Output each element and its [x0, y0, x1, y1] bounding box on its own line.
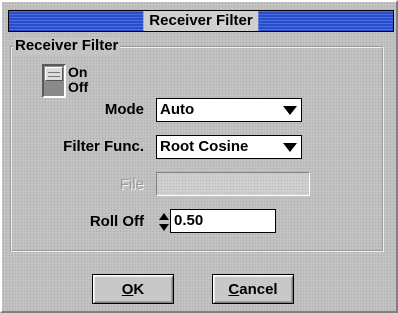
mode-select[interactable]: Auto — [156, 98, 302, 122]
filter-func-select[interactable]: Root Cosine — [156, 135, 302, 159]
toggle-off-label: Off — [68, 79, 89, 95]
file-label: File — [119, 176, 144, 193]
title-bar[interactable]: Receiver Filter — [8, 10, 394, 32]
ok-mnemonic: O — [121, 280, 134, 298]
roll-off-label: Roll Off — [89, 213, 144, 230]
mode-value: Auto — [160, 101, 195, 118]
chevron-down-icon[interactable] — [279, 99, 301, 121]
file-field — [156, 172, 310, 196]
cancel-mnemonic: C — [228, 280, 240, 298]
ok-label-rest: K — [133, 280, 145, 298]
chevron-down-icon[interactable] — [279, 136, 301, 158]
window-title: Receiver Filter — [143, 11, 259, 31]
toggle-on-label: On — [68, 64, 88, 80]
filter-func-value: Root Cosine — [160, 138, 249, 155]
filter-func-label: Filter Func. — [63, 138, 144, 155]
mode-label: Mode — [104, 101, 144, 118]
spin-arrows-icon[interactable] — [158, 210, 170, 234]
roll-off-input[interactable]: 0.50 — [170, 209, 276, 233]
group-label: Receiver Filter — [13, 37, 121, 55]
toggle-switch-icon — [45, 67, 63, 81]
cancel-label-rest: ancel — [239, 280, 278, 298]
roll-off-value: 0.50 — [174, 212, 204, 229]
cancel-button[interactable]: Cancel — [212, 274, 294, 304]
on-off-toggle[interactable] — [42, 64, 66, 98]
ok-button[interactable]: OK — [92, 274, 174, 304]
